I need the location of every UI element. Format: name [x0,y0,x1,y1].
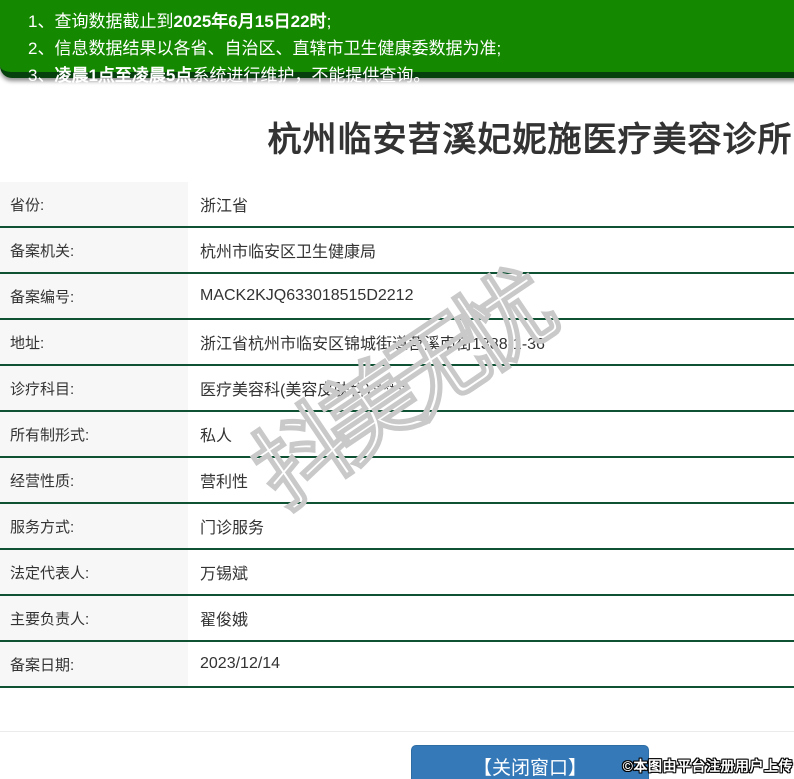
field-label: 主要负责人: [0,596,188,640]
footer-divider [0,731,794,732]
content-container: 1、查询数据截止到2025年6月15日22时; 2、信息数据结果以各省、自治区、… [0,0,794,779]
field-label: 诊疗科目: [0,366,188,410]
table-row-address: 地址: 浙江省杭州市临安区锦城街道苕溪南街1388-1-36 [0,320,794,366]
field-value: 营利性 [200,474,249,491]
table-row-record-number: 备案编号: MACK2KJQ633018515D2212 [0,274,794,320]
table-row-ownership: 所有制形式: 私人 [0,412,794,458]
field-label: 省份: [0,182,188,226]
field-value: 医疗美容科(美容皮肤科)****** [200,382,409,399]
info-table: 省份: 浙江省 备案机关: 杭州市临安区卫生健康局 备案编号: MACK2KJQ… [0,182,794,688]
notice-line-2: 2、信息数据结果以各省、自治区、直辖市卫生健康委数据为准; [28,39,502,58]
table-row-person-in-charge: 主要负责人: 翟俊娥 [0,596,794,642]
field-label: 地址: [0,320,188,364]
notice-line-3: 3、凌晨1点至凌晨5点系统进行维护，不能提供查询。 [28,66,431,85]
notice-number: 2、 [28,39,55,58]
field-value: 翟俊娥 [200,612,249,629]
notice-number: 1、 [28,12,55,31]
field-label: 所有制形式: [0,412,188,456]
close-window-button[interactable]: 【关闭窗口】 [411,745,649,779]
field-value: 万锡斌 [200,566,249,583]
field-label: 备案机关: [0,228,188,272]
notice-banner: 1、查询数据截止到2025年6月15日22时; 2、信息数据结果以各省、自治区、… [0,0,794,85]
table-row-record-date: 备案日期: 2023/12/14 [0,642,794,688]
field-value: 门诊服务 [200,520,265,537]
table-row-business-nature: 经营性质: 营利性 [0,458,794,504]
field-label: 经营性质: [0,458,188,502]
field-value: MACK2KJQ633018515D2212 [200,287,414,304]
field-label: 备案日期: [0,642,188,686]
field-label: 法定代表人: [0,550,188,594]
field-value: 浙江省杭州市临安区锦城街道苕溪南街1388-1-36 [200,336,545,353]
table-row-province: 省份: 浙江省 [0,182,794,228]
field-value: 浙江省 [200,198,249,215]
field-label: 备案编号: [0,274,188,318]
field-value: 私人 [200,428,233,445]
notice-line-1: 1、查询数据截止到2025年6月15日22时; [28,12,332,31]
query-result-page: 1、查询数据截止到2025年6月15日22时; 2、信息数据结果以各省、自治区、… [0,0,794,779]
notice-number: 3、 [28,66,55,85]
table-row-service-mode: 服务方式: 门诊服务 [0,504,794,550]
field-value: 杭州市临安区卫生健康局 [200,244,377,261]
table-row-departments: 诊疗科目: 医疗美容科(美容皮肤科)****** [0,366,794,412]
table-row-authority: 备案机关: 杭州市临安区卫生健康局 [0,228,794,274]
uploader-stamp: ©本图由平台注册用户上传 [622,758,793,774]
page-title: 杭州临安苕溪妃妮施医疗美容诊所 [267,121,793,159]
field-label: 服务方式: [0,504,188,548]
field-value: 2023/12/14 [200,655,281,672]
table-row-legal-representative: 法定代表人: 万锡斌 [0,550,794,596]
